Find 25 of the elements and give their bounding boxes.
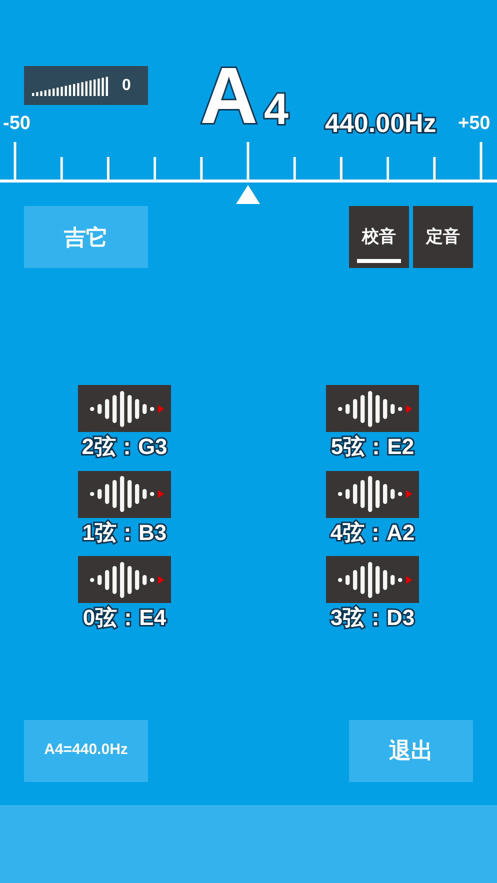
string-label: 4弦：A2 xyxy=(330,518,415,546)
meter-reading: 0 xyxy=(122,76,131,96)
string-label: 2弦：G3 xyxy=(82,433,168,461)
string-label: 1弦：B3 xyxy=(82,518,167,546)
scale-max-label: +50 xyxy=(458,114,490,133)
string-label: 0弦：E4 xyxy=(82,604,166,632)
scale-min-label: -50 xyxy=(3,114,30,133)
note-name: A xyxy=(200,56,258,136)
instrument-button[interactable]: 吉它 xyxy=(24,206,148,268)
string-play-button[interactable] xyxy=(326,470,419,518)
string-play-button[interactable] xyxy=(326,556,419,603)
exit-button[interactable]: 退出 xyxy=(349,720,473,782)
signal-bars-icon xyxy=(32,76,110,96)
frequency-reading: 440.00Hz xyxy=(325,110,436,136)
string-play-button[interactable] xyxy=(78,470,171,518)
reference-pitch-button[interactable]: A4=440.0Hz xyxy=(24,720,148,782)
mode-tab[interactable]: 定音 xyxy=(413,206,473,268)
string-label: 5弦：E2 xyxy=(330,433,414,461)
string-label: 3弦：D3 xyxy=(330,604,415,632)
note-octave: 4 xyxy=(264,88,288,132)
needle-pointer xyxy=(236,185,260,204)
string-play-button[interactable] xyxy=(78,556,171,603)
string-play-button[interactable] xyxy=(78,385,171,432)
string-play-button[interactable] xyxy=(326,385,419,432)
mode-tab[interactable]: 校音 xyxy=(349,206,409,268)
